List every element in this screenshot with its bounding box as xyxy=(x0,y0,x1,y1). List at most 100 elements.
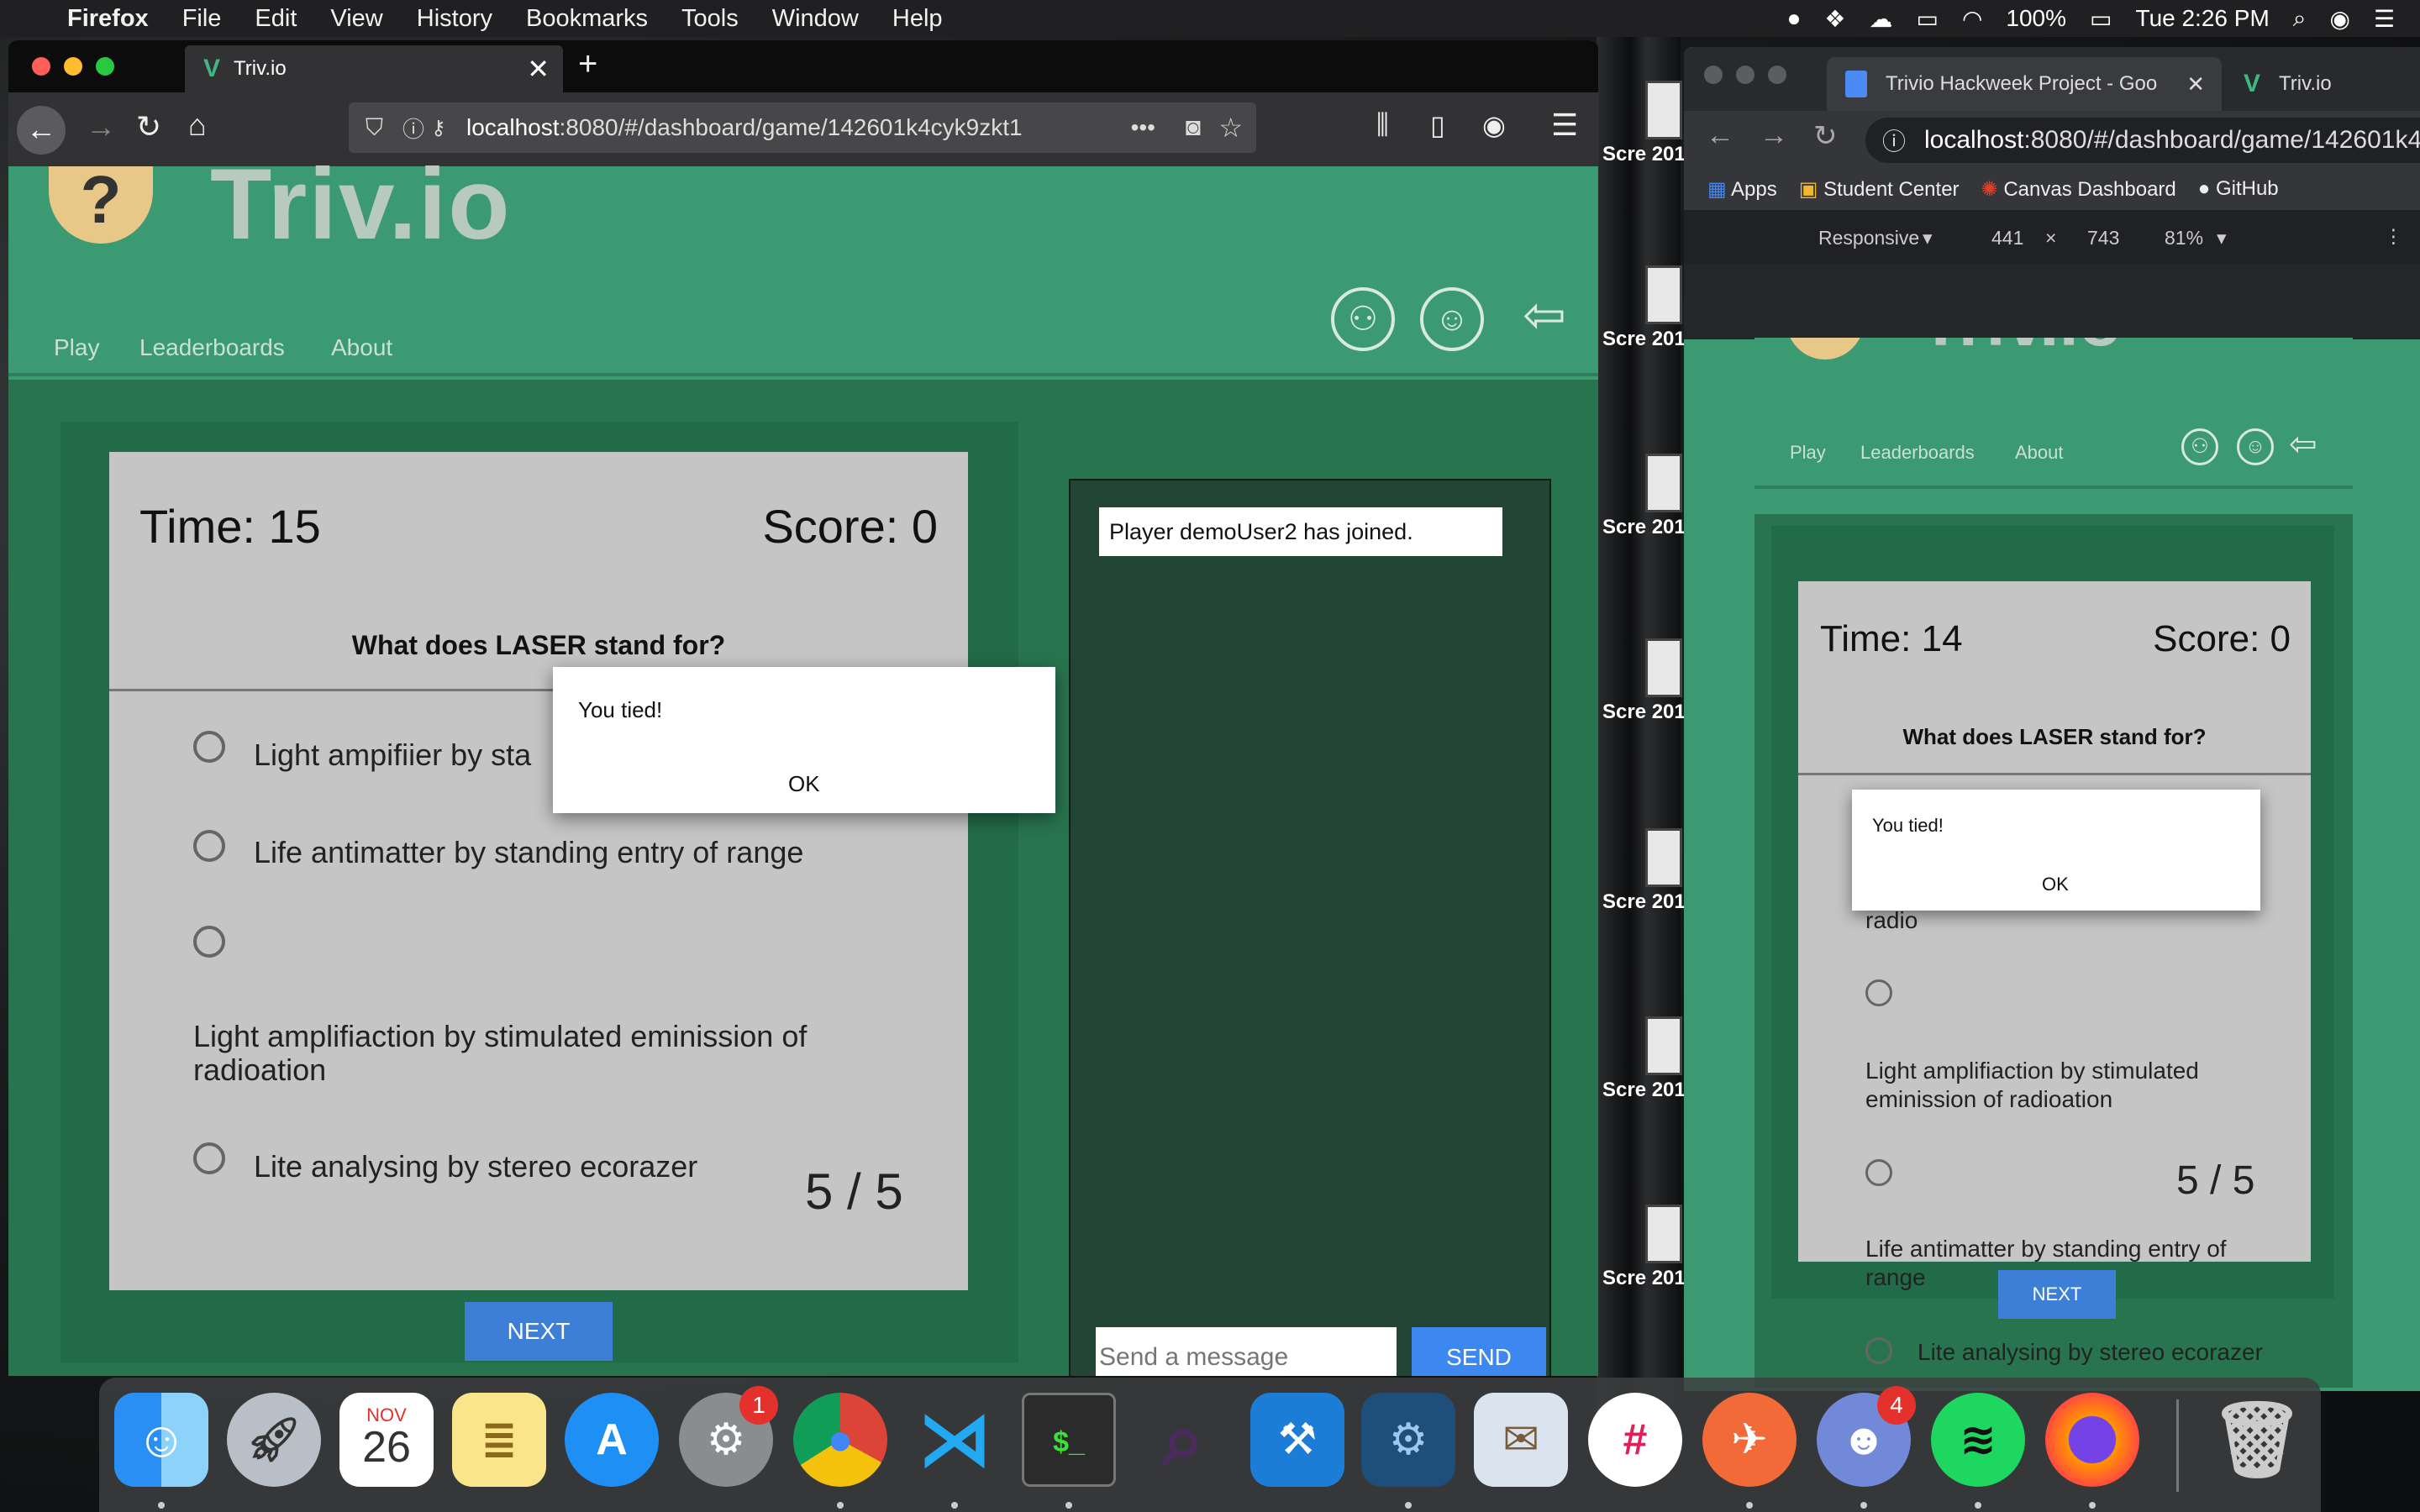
chevron-down-icon[interactable]: ▾ xyxy=(2217,227,2227,249)
logo-question-icon[interactable]: ? xyxy=(49,166,153,244)
close-window-button[interactable] xyxy=(1704,66,1723,84)
siri-icon[interactable]: ◉ xyxy=(2329,5,2349,33)
reload-icon[interactable]: ↻ xyxy=(136,109,161,144)
option-label[interactable]: Life antimatter by standing entry of ran… xyxy=(254,835,803,870)
battery-percent[interactable]: 100% xyxy=(2006,5,2066,32)
back-icon[interactable]: ← xyxy=(1706,119,1734,152)
friends-icon[interactable]: ⚇ xyxy=(1331,287,1395,351)
bookmark-star-icon[interactable]: ☆ xyxy=(1218,112,1243,144)
forward-icon[interactable]: → xyxy=(1760,119,1788,152)
logout-icon[interactable]: ⇦ xyxy=(2289,425,2317,464)
shield-icon[interactable]: ⛉ xyxy=(366,114,383,142)
tab-trivio[interactable]: V Triv.io ✕ xyxy=(185,45,563,92)
battery-icon[interactable]: ▭ xyxy=(2090,5,2112,33)
url-bar[interactable]: ⓘ localhost:8080/#/dashboard/game/142601… xyxy=(1865,118,2420,163)
zoom-select[interactable]: 81% xyxy=(2165,227,2203,249)
menu-window[interactable]: Window xyxy=(772,5,859,33)
nav-play[interactable]: Play xyxy=(1790,442,1826,464)
finder-icon[interactable]: ☺ xyxy=(114,1393,208,1487)
chevron-down-icon[interactable]: ▾ xyxy=(1923,227,1933,249)
device-mode-select[interactable]: Responsive xyxy=(1818,227,1919,249)
site-title[interactable]: Triv.io xyxy=(210,146,512,262)
record-icon[interactable]: ● xyxy=(1786,5,1801,32)
alfred-icon[interactable]: ⌕ xyxy=(1136,1393,1230,1487)
mysql-workbench-icon[interactable]: ⚙ xyxy=(1361,1393,1455,1487)
desktop-screenshot-file[interactable]: Scre 2019-11 xyxy=(1602,265,1724,351)
calendar-icon[interactable]: NOV 26 xyxy=(339,1393,434,1487)
menu-edit[interactable]: Edit xyxy=(255,5,297,33)
account-icon[interactable]: ◉ xyxy=(1482,109,1506,141)
bookmark-github[interactable]: ● GitHub xyxy=(2198,177,2279,201)
new-tab-icon[interactable]: + xyxy=(578,45,597,83)
close-window-button[interactable] xyxy=(32,57,50,76)
info-icon[interactable]: ⓘ xyxy=(1882,123,1906,157)
option-label[interactable]: Light amplifiaction by stimulated eminis… xyxy=(193,1020,882,1087)
cloud-icon[interactable]: ☁ xyxy=(1870,5,1893,33)
option-label[interactable]: Light ampifiier by sta xyxy=(254,738,531,773)
pocket-icon[interactable]: ◙ xyxy=(1186,113,1201,142)
nav-leaderboards[interactable]: Leaderboards xyxy=(139,334,285,361)
menu-help[interactable]: Help xyxy=(892,5,943,33)
slack-icon[interactable]: # xyxy=(1588,1393,1682,1487)
next-button[interactable]: NEXT xyxy=(465,1302,613,1361)
desktop-screenshot-file[interactable]: Scre 2019-11 xyxy=(1602,81,1724,166)
chrome-icon[interactable]: ● xyxy=(793,1393,887,1487)
site-title[interactable]: Triv.io xyxy=(1919,338,2122,362)
nav-about[interactable]: About xyxy=(331,334,392,361)
clock[interactable]: Tue 2:26 PM xyxy=(2136,5,2270,32)
url-bar[interactable]: ⛉ ⓘ ⚷ localhost:8080/#/dashboard/game/14… xyxy=(349,102,1256,153)
page-actions-icon[interactable]: ••• xyxy=(1131,114,1155,141)
option-radio[interactable] xyxy=(193,926,225,958)
terminal-icon[interactable]: $_ xyxy=(1022,1393,1116,1487)
xcode-icon[interactable]: ⚒ xyxy=(1250,1393,1344,1487)
logout-icon[interactable]: ⇦ xyxy=(1512,287,1576,351)
profile-icon[interactable]: ☺ xyxy=(1420,287,1484,351)
option-fragment[interactable]: radio xyxy=(1865,907,1918,934)
desktop-screenshot-file[interactable]: Scre 2019-11 xyxy=(1602,828,1724,914)
bookmark-student-center[interactable]: ▣ Student Center xyxy=(1799,177,1960,202)
tab-google-doc[interactable]: Trivio Hackweek Project - Goo ✕ xyxy=(1827,57,2222,111)
bookmark-canvas[interactable]: ✺ Canvas Dashboard xyxy=(1981,177,2176,202)
profile-icon[interactable]: ☺ xyxy=(2237,428,2274,465)
friends-icon[interactable]: ⚇ xyxy=(2181,428,2218,465)
spotify-icon[interactable]: ≋ xyxy=(1931,1393,2025,1487)
reload-icon[interactable]: ↻ xyxy=(1813,119,1838,153)
launchpad-icon[interactable]: 🚀︎ xyxy=(227,1393,321,1487)
menu-history[interactable]: History xyxy=(417,5,492,33)
mail-icon[interactable]: ✉ xyxy=(1474,1393,1568,1487)
option-label[interactable]: Lite analysing by stereo ecorazer xyxy=(1918,1339,2263,1366)
chat-input[interactable] xyxy=(1096,1327,1397,1376)
option-radio[interactable] xyxy=(193,1142,225,1174)
zoom-window-button[interactable] xyxy=(96,57,114,76)
logo-question-icon[interactable] xyxy=(1786,338,1864,360)
app-store-icon[interactable]: A xyxy=(565,1393,659,1487)
bookmark-apps[interactable]: ▦ Apps xyxy=(1707,177,1777,202)
home-icon[interactable]: ⌂ xyxy=(188,108,207,143)
nav-play[interactable]: Play xyxy=(54,334,99,361)
vscode-icon[interactable]: ⋊ xyxy=(908,1393,1002,1487)
notes-icon[interactable]: ≣ xyxy=(452,1393,546,1487)
option-label[interactable]: Light amplifiaction by stimulated eminis… xyxy=(1865,1057,2269,1114)
next-button[interactable]: NEXT xyxy=(1998,1270,2116,1319)
option-radio[interactable] xyxy=(1865,1159,1892,1186)
wifi-icon[interactable]: ◠ xyxy=(1962,5,1982,33)
menu-app-name[interactable]: Firefox xyxy=(67,5,149,33)
option-radio[interactable] xyxy=(193,830,225,862)
minimize-window-button[interactable] xyxy=(1736,66,1754,84)
device-height[interactable]: 743 xyxy=(2087,227,2119,249)
option-radio[interactable] xyxy=(1865,1337,1892,1364)
menu-file[interactable]: File xyxy=(182,5,222,33)
dropbox-icon[interactable]: ❖ xyxy=(1824,5,1845,33)
firefox-icon[interactable] xyxy=(2045,1393,2139,1487)
zoom-window-button[interactable] xyxy=(1768,66,1786,84)
airplay-icon[interactable]: ▭ xyxy=(1917,5,1939,33)
menu-tools[interactable]: Tools xyxy=(681,5,739,33)
desktop-screenshot-file[interactable]: Scre 2019-11 xyxy=(1602,638,1724,724)
dialog-ok-button[interactable]: OK xyxy=(788,771,820,797)
discord-icon[interactable]: ☻ 4 xyxy=(1817,1386,1916,1487)
desktop-screenshot-file[interactable]: Scre 2019-11 xyxy=(1602,1205,1724,1290)
trash-icon[interactable]: 🗑︎ xyxy=(2210,1393,2304,1487)
sidebar-icon[interactable]: ▯ xyxy=(1430,109,1445,141)
close-tab-icon[interactable]: ✕ xyxy=(527,53,550,85)
spotlight-icon[interactable]: ⌕ xyxy=(2293,5,2307,33)
